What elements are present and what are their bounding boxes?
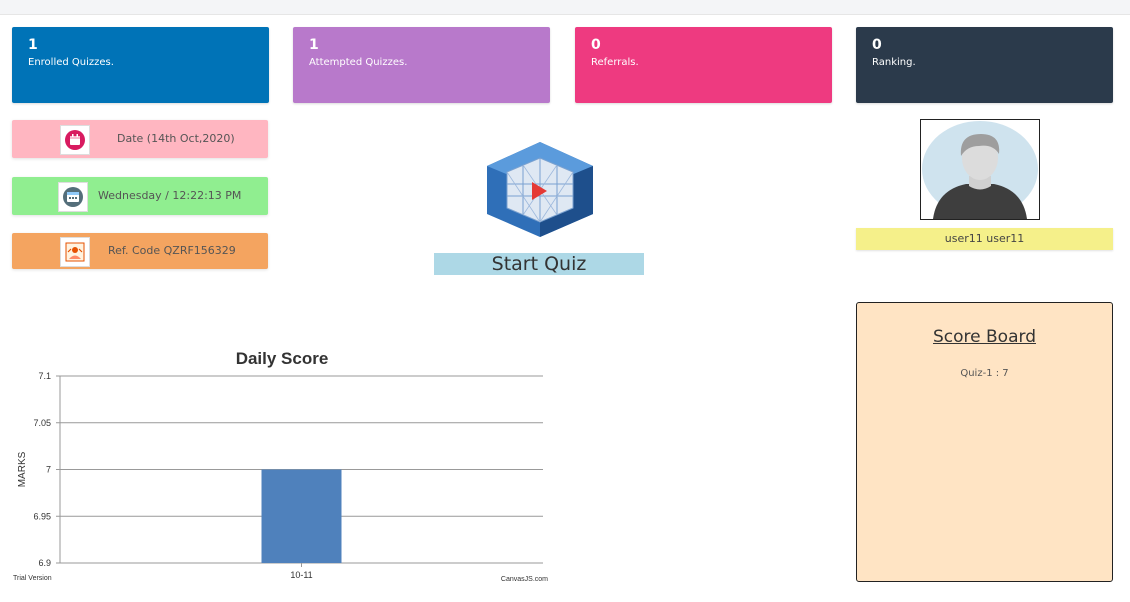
ref-code-text: Ref. Code QZRF156329 [108,244,236,257]
username-label: user11 user11 [856,228,1113,250]
date-text: Date (14th Oct,2020) [117,132,235,145]
stat-card-attempted[interactable]: 1 Attempted Quizzes. [293,27,550,103]
score-entry: Quiz-1 : 7 [960,368,1009,379]
quiz-cube-icon[interactable] [487,142,593,237]
x-tick-label: 10-11 [290,570,312,580]
y-tick-label: 7.05 [33,418,51,428]
calendar-icon [60,125,90,155]
score-board: Score Board Quiz-1 : 7 [856,302,1113,582]
chart-svg: Daily Score 6.9 6.95 7 7.05 7.1 10-11 MARKS Tria… [13,349,548,583]
stat-value: 1 [309,37,319,53]
day-time-row: Wednesday / 12:22:13 PM [12,177,268,215]
y-tick-label: 6.9 [38,558,51,568]
stat-value: 0 [591,37,601,53]
canvasjs-credit: CanvasJS.com [501,576,548,583]
ref-code-row: Ref. Code QZRF156329 [12,233,268,269]
stat-value: 0 [872,37,882,53]
top-bar [0,0,1130,15]
stat-label: Referrals. [591,57,639,68]
date-row: Date (14th Oct,2020) [12,120,268,158]
trial-version-label: Trial Version [13,575,52,582]
schedule-icon [58,182,88,212]
stat-card-ranking[interactable]: 0 Ranking. [856,27,1113,103]
score-board-title: Score Board [933,327,1036,347]
stat-card-referrals[interactable]: 0 Referrals. [575,27,832,103]
chart-title: Daily Score [236,349,329,368]
stat-label: Attempted Quizzes. [309,57,408,68]
y-tick-label: 6.95 [33,511,51,521]
avatar-icon [922,121,1038,219]
stat-card-enrolled[interactable]: 1 Enrolled Quizzes. [12,27,269,103]
referral-icon [60,237,90,267]
daily-score-chart: Daily Score 6.9 6.95 7 7.05 7.1 10-11 MARKS Tria… [0,340,560,590]
y-tick-label: 7.1 [38,371,51,381]
stat-value: 1 [28,37,38,53]
bar [261,469,342,563]
stat-label: Ranking. [872,57,916,68]
avatar [920,119,1040,220]
day-time-text: Wednesday / 12:22:13 PM [98,189,242,202]
stat-label: Enrolled Quizzes. [28,57,114,68]
start-quiz-button[interactable]: Start Quiz [434,253,644,275]
y-axis-label: MARKS [17,451,28,487]
y-tick-label: 7 [46,465,51,475]
